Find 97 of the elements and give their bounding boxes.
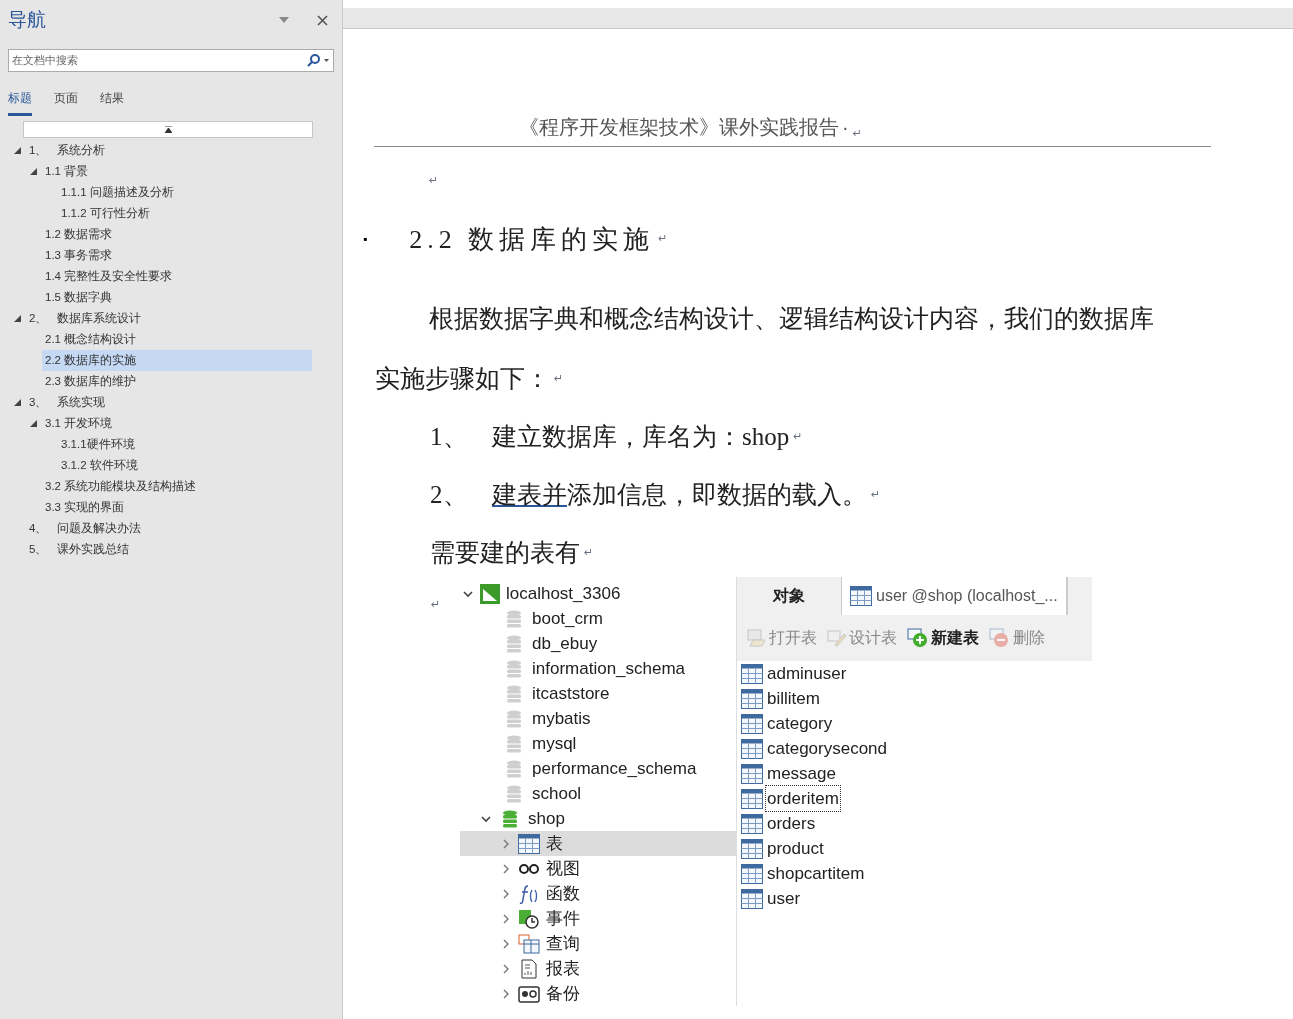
table-name[interactable]: orderitem <box>765 784 841 813</box>
calendar-clock-icon <box>518 908 540 929</box>
database-label[interactable]: mybatis <box>532 705 591 732</box>
table-icon <box>741 838 763 859</box>
glasses-icon <box>518 862 540 875</box>
tree-row[interactable]: 查询 <box>460 931 736 956</box>
toolbar-button[interactable]: 新建表 <box>907 626 979 650</box>
heading-bullet: ▪ <box>363 231 368 248</box>
list-number: 2、 <box>430 480 469 511</box>
search-field[interactable]: 在文档中搜索 <box>12 52 307 69</box>
database-label[interactable]: boot_crm <box>532 605 603 632</box>
connection-label: localhost_3306 <box>506 582 621 605</box>
connection-icon <box>480 583 500 604</box>
function-icon <box>518 883 540 904</box>
paragraph-mark: ↵ <box>793 428 803 445</box>
outline-item[interactable]: 1.2 数据需求 <box>42 224 312 245</box>
paragraph-mark: ↵ <box>431 598 441 611</box>
body-text: 需要建的表有 <box>430 538 580 569</box>
outline-item[interactable]: 1.3 事务需求 <box>42 245 312 266</box>
outline-item[interactable]: 2.1 概念结构设计 <box>42 329 312 350</box>
outline-item[interactable]: 1.1.1 问题描述及分析 <box>58 182 312 203</box>
outline-item[interactable]: 3.3 实现的界面 <box>42 497 312 518</box>
database-label[interactable]: school <box>532 780 582 807</box>
tree-row[interactable]: 报表 <box>460 956 736 981</box>
remove-table-icon <box>989 628 1011 648</box>
paragraph-mark: ↵ <box>871 486 881 503</box>
open-table-icon <box>747 629 767 647</box>
paragraph-mark: ↵ <box>658 230 668 247</box>
tree-row[interactable]: 事件 <box>460 906 736 931</box>
paragraph-mark: ↵ <box>429 174 439 187</box>
table-icon <box>741 888 763 909</box>
header-text: 《程序开发框架技术》课外实践报告 <box>519 115 839 140</box>
database-label[interactable]: mysql <box>532 730 577 757</box>
outline-item[interactable]: 3、 系统实现 <box>26 392 312 413</box>
list-text: 建立数据库，库名为：shop <box>492 422 790 453</box>
tree-row[interactable]: 备份 <box>460 981 736 1006</box>
outline-item[interactable]: 2、 数据库系统设计 <box>26 308 312 329</box>
collapse-triangle-icon[interactable] <box>14 147 21 154</box>
outline-item[interactable]: 1.1.2 可行性分析 <box>58 203 312 224</box>
search-box[interactable]: 在文档中搜索 <box>8 49 334 72</box>
table-icon <box>741 813 763 834</box>
outline-item[interactable]: 3.2 系统功能模块及结构描述 <box>42 476 312 497</box>
pane-title: 导航 <box>8 7 47 32</box>
table-icon <box>741 663 763 684</box>
query-icon <box>518 933 540 954</box>
database-label[interactable]: shop <box>528 805 565 832</box>
body-text: 根据数据字典和概念结构设计、逻辑结构设计内容，我们的数据库 <box>429 304 1154 335</box>
collapse-triangle-icon[interactable] <box>30 420 37 427</box>
collapse-triangle-icon[interactable] <box>14 315 21 322</box>
database-label[interactable]: db_ebuy <box>532 630 598 657</box>
report-icon <box>518 958 540 979</box>
add-table-icon <box>907 628 929 648</box>
table-icon <box>741 788 763 809</box>
database-label[interactable]: performance_schema <box>532 755 697 782</box>
table-icon <box>741 863 763 884</box>
table-icon <box>741 713 763 734</box>
database-label[interactable]: itcaststore <box>532 680 610 707</box>
paragraph-mark: ↵ <box>584 544 594 561</box>
table-icon <box>741 738 763 759</box>
outline-item[interactable]: 2.3 数据库的维护 <box>42 371 312 392</box>
header-dot: · <box>842 115 849 140</box>
table-icon <box>518 833 540 854</box>
paragraph-mark: ↵ <box>852 125 862 142</box>
close-icon[interactable] <box>317 14 328 26</box>
collapse-triangle-icon[interactable] <box>30 168 37 175</box>
tree-row[interactable]: 函数 <box>460 881 736 906</box>
object-tab[interactable]: user @shop (localhost_... <box>841 577 1068 615</box>
paragraph-mark: ↵ <box>554 370 564 387</box>
nav-tab[interactable]: 标题 <box>8 89 32 116</box>
outline-item[interactable]: 3.1 开发环境 <box>42 413 312 434</box>
section-heading: 2.2 数据库的实施 <box>409 223 655 256</box>
outline-item[interactable]: 5、 课外实践总结 <box>26 539 312 560</box>
search-icon[interactable] <box>307 54 320 67</box>
table-icon <box>850 586 872 606</box>
database-label[interactable]: information_schema <box>532 655 686 682</box>
outline-item[interactable]: 1.5 数据字典 <box>42 287 312 308</box>
outline-item[interactable]: 2.2 数据库的实施 <box>42 350 312 371</box>
nav-tab[interactable]: 结果 <box>100 89 124 116</box>
list-text: 添加信息，即数据的载入。 <box>567 480 867 511</box>
outline-item[interactable]: 3.1.2 软件环境 <box>58 455 312 476</box>
tree-row[interactable]: 视图 <box>460 856 736 881</box>
outline-item[interactable]: 1.4 完整性及安全性要求 <box>42 266 312 287</box>
dropdown-arrow-icon[interactable] <box>324 59 329 62</box>
collapse-triangle-icon[interactable] <box>14 399 21 406</box>
outline-item[interactable]: 4、 问题及解决办法 <box>26 518 312 539</box>
nav-tab[interactable]: 页面 <box>54 89 78 116</box>
outline-item[interactable]: 1、 系统分析 <box>26 140 312 161</box>
underlined-text: 建表并 <box>492 480 567 511</box>
pencil-table-icon <box>827 629 847 647</box>
table-icon <box>741 688 763 709</box>
outline-item[interactable]: 3.1.1硬件环境 <box>58 434 312 455</box>
body-text: 实施步骤如下： <box>375 364 550 395</box>
table-icon <box>741 763 763 784</box>
outline-item[interactable]: 1.1 背景 <box>42 161 312 182</box>
scroll-to-top-icon[interactable] <box>164 126 172 133</box>
tree-row[interactable]: 表 <box>460 831 736 856</box>
list-number: 1、 <box>430 422 469 453</box>
